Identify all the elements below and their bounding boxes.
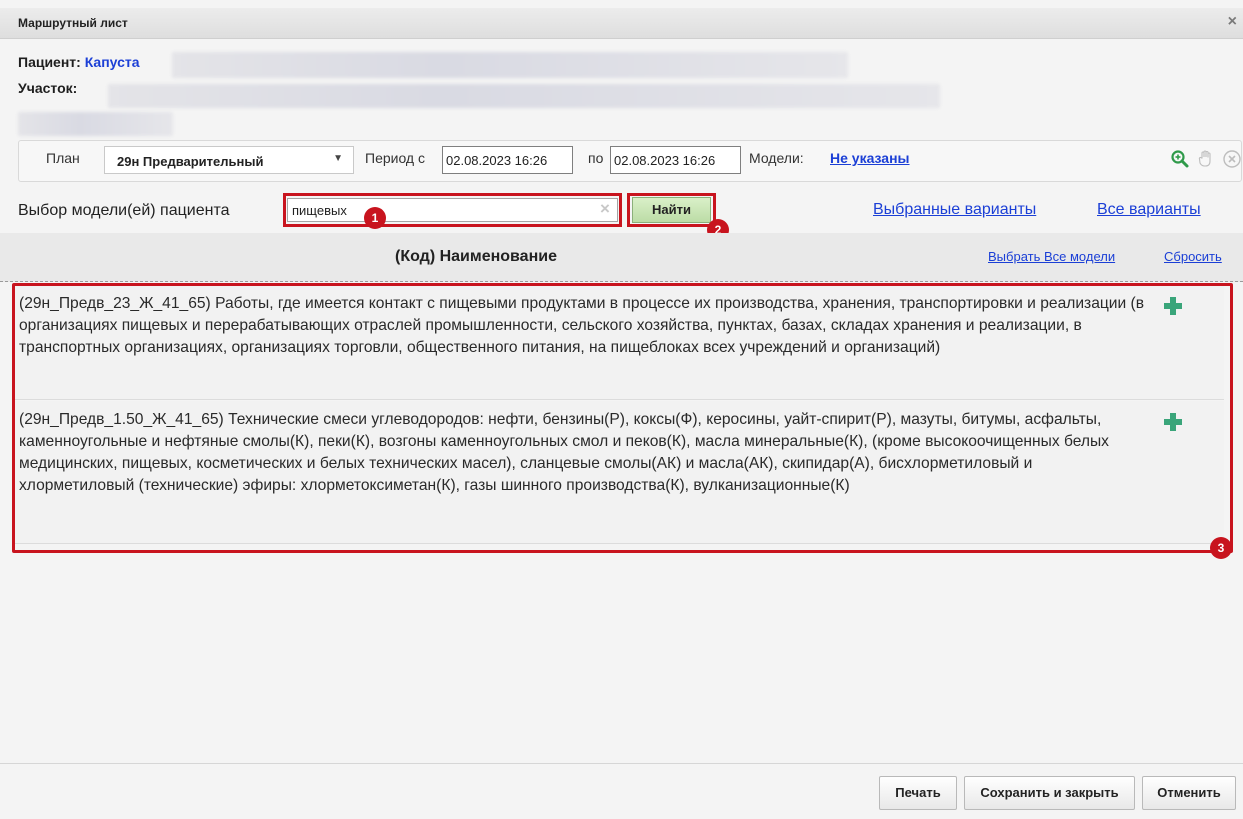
save-and-close-button[interactable]: Сохранить и закрыть [964,776,1135,810]
plan-select[interactable]: 29н Предварительный ▼ [104,146,354,174]
period-to-label: по [588,150,604,166]
reset-link[interactable]: Сбросить [1164,249,1222,264]
route-sheet-dialog: Маршрутный лист × Пациент: Капуста Участ… [0,0,1243,819]
date-from-input[interactable] [442,146,573,174]
cancel-button[interactable]: Отменить [1142,776,1236,810]
models-link[interactable]: Не указаны [830,150,910,166]
patient-name: Капуста [84,54,140,70]
title-bar[interactable]: Маршрутный лист × [0,8,1243,39]
zoom-in-icon[interactable] [1170,149,1190,169]
district-label: Участок: [18,80,78,96]
select-all-models-link[interactable]: Выбрать Все модели [988,249,1115,264]
print-button[interactable]: Печать [879,776,957,810]
selected-variants-link[interactable]: Выбранные варианты [873,201,1036,219]
all-variants-link[interactable]: Все варианты [1097,201,1201,219]
date-to-input[interactable] [610,146,741,174]
annotation-badge-3: 3 [1210,537,1232,559]
clear-search-icon[interactable]: × [600,199,610,219]
code-name-column-header: (Код) Наименование [395,248,557,265]
hand-icon[interactable] [1196,149,1216,169]
patient-label: Пациент: Капуста [18,54,140,70]
find-button[interactable]: Найти [632,197,711,223]
table-header: (Код) Наименование Выбрать Все модели Сб… [0,233,1243,282]
dialog-title: Маршрутный лист [18,16,128,30]
results-highlight-frame [12,283,1233,553]
annotation-badge-1: 1 [364,207,386,229]
models-label: Модели: [749,150,804,166]
redacted-district-area [108,84,940,108]
cancel-circle-icon[interactable] [1222,149,1242,169]
redacted-patient-area [172,52,848,78]
plan-label: План [46,150,80,166]
redacted-extra-area [18,112,173,136]
plan-select-value: 29н Предварительный [117,154,264,169]
chevron-down-icon[interactable]: ▼ [333,153,343,164]
model-search-input[interactable] [287,198,618,222]
patient-label-text: Пациент: [18,54,81,70]
close-icon[interactable]: × [1228,13,1237,31]
period-from-label: Период с [365,150,425,166]
model-search-label: Выбор модели(ей) пациента [18,202,230,219]
